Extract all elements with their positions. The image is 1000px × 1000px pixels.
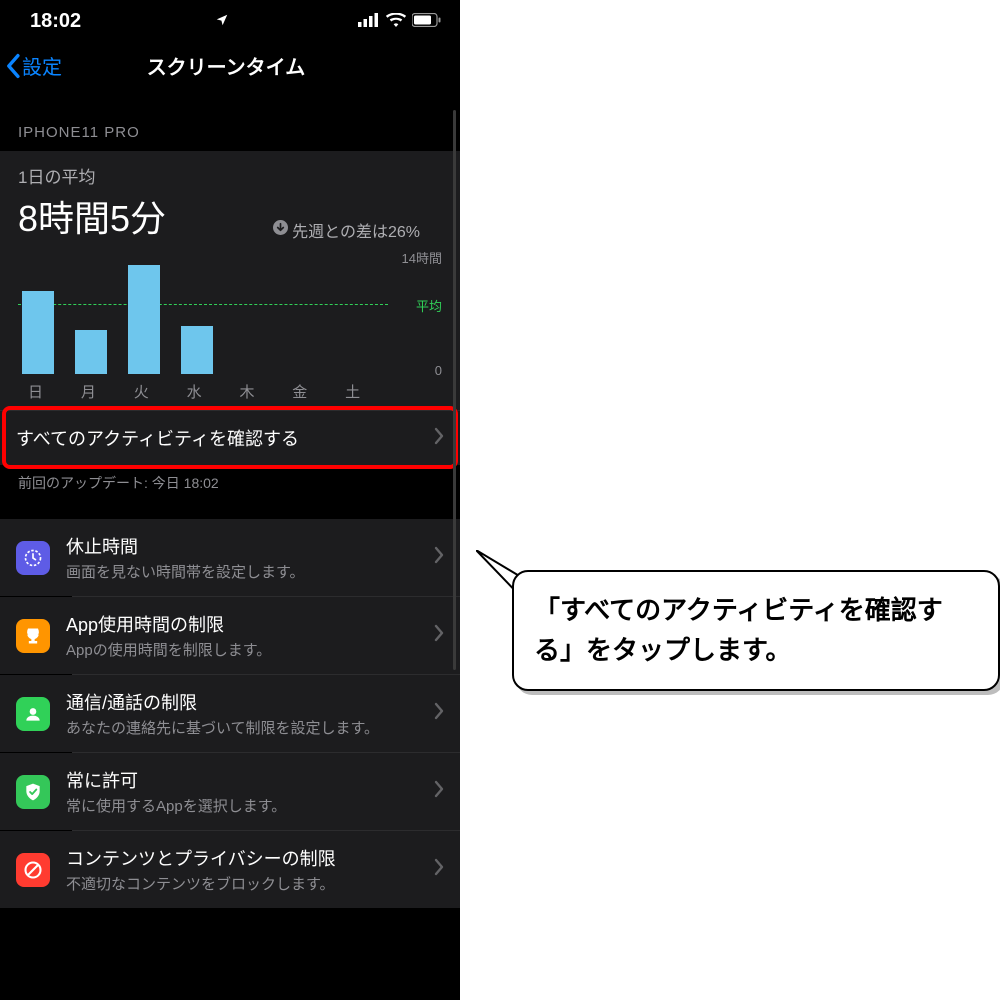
- avg-label: 1日の平均: [18, 163, 442, 188]
- menu-title: 常に許可: [66, 767, 434, 793]
- menu-sub: Appの使用時間を制限します。: [66, 639, 434, 660]
- menu-title: App使用時間の制限: [66, 611, 434, 637]
- xlabel: 月: [71, 381, 124, 402]
- menu-sub: 画面を見ない時間帯を設定します。: [66, 561, 434, 582]
- menu-row-content[interactable]: コンテンツとプライバシーの制限不適切なコンテンツをブロックします。: [0, 831, 460, 908]
- chevron-right-icon: [434, 427, 444, 450]
- bar-月: [75, 330, 107, 374]
- menu-row-allow[interactable]: 常に許可常に使用するAppを選択します。: [0, 753, 460, 830]
- menu-sub: 常に使用するAppを選択します。: [66, 795, 434, 816]
- bar-水: [181, 326, 213, 374]
- allow-icon: [16, 775, 50, 809]
- chevron-right-icon: [434, 858, 444, 881]
- comm-icon: [16, 697, 50, 731]
- page-title: スクリーンタイム: [6, 51, 446, 80]
- bar-火: [128, 265, 160, 374]
- status-bar: 18:02: [0, 0, 460, 37]
- settings-menu: 休止時間画面を見ない時間帯を設定します。App使用時間の制限Appの使用時間を制…: [0, 519, 460, 908]
- chevron-right-icon: [434, 624, 444, 647]
- phone-screen: 18:02 設定 スクリーンタイム: [0, 0, 460, 1000]
- wifi-icon: [386, 10, 406, 33]
- menu-title: 通信/通話の制限: [66, 689, 434, 715]
- status-right: [358, 10, 442, 33]
- xlabel: 水: [177, 381, 230, 402]
- chevron-right-icon: [434, 546, 444, 569]
- avg-value: 8時間5分: [18, 190, 166, 242]
- see-all-activity-row[interactable]: すべてのアクティビティを確認する: [0, 410, 460, 465]
- summary-card: 1日の平均 8時間5分 先週との差は26% 14時間 0 平均 日月火: [0, 151, 460, 410]
- chart-xaxis: 日月火水木金土: [18, 381, 388, 402]
- xlabel: 日: [18, 381, 71, 402]
- avg-line-label: 平均: [416, 296, 442, 315]
- chevron-right-icon: [434, 702, 444, 725]
- usage-chart[interactable]: 14時間 0 平均 日月火水木金土: [18, 252, 442, 402]
- instruction-callout: 「すべてのアクティビティを確認する」をタップします。: [512, 570, 1000, 691]
- menu-row-downtime[interactable]: 休止時間画面を見ない時間帯を設定します。: [0, 519, 460, 596]
- menu-row-app-limits[interactable]: App使用時間の制限Appの使用時間を制限します。: [0, 597, 460, 674]
- y-max-label: 14時間: [402, 248, 442, 267]
- app-limits-icon: [16, 619, 50, 653]
- menu-title: コンテンツとプライバシーの制限: [66, 845, 434, 871]
- menu-sub: あなたの連絡先に基づいて制限を設定します。: [66, 717, 434, 738]
- status-time: 18:02: [30, 10, 81, 33]
- xlabel: 土: [335, 381, 388, 402]
- xlabel: 火: [124, 381, 177, 402]
- signal-icon: [358, 10, 380, 33]
- see-all-activity-label: すべてのアクティビティを確認する: [16, 425, 434, 451]
- y-min-label: 0: [435, 363, 442, 378]
- menu-row-comm[interactable]: 通信/通話の制限あなたの連絡先に基づいて制限を設定します。: [0, 675, 460, 752]
- bar-日: [22, 291, 54, 374]
- nav-bar: 設定 スクリーンタイム: [0, 37, 460, 102]
- chevron-right-icon: [434, 780, 444, 803]
- diff-text: 先週との差は26%: [273, 218, 420, 242]
- xlabel: 金: [282, 381, 335, 402]
- xlabel: 木: [229, 381, 282, 402]
- downtime-icon: [16, 541, 50, 575]
- activity-row-wrap: すべてのアクティビティを確認する: [0, 410, 460, 465]
- content-icon: [16, 853, 50, 887]
- down-arrow-icon: [273, 220, 288, 240]
- device-header: IPHONE11 PRO: [0, 102, 460, 151]
- location-icon: [215, 10, 229, 33]
- battery-icon: [412, 10, 442, 33]
- last-update: 前回のアップデート: 今日 18:02: [0, 465, 460, 519]
- menu-sub: 不適切なコンテンツをブロックします。: [66, 873, 434, 894]
- menu-title: 休止時間: [66, 533, 434, 559]
- scrollbar[interactable]: [453, 110, 456, 670]
